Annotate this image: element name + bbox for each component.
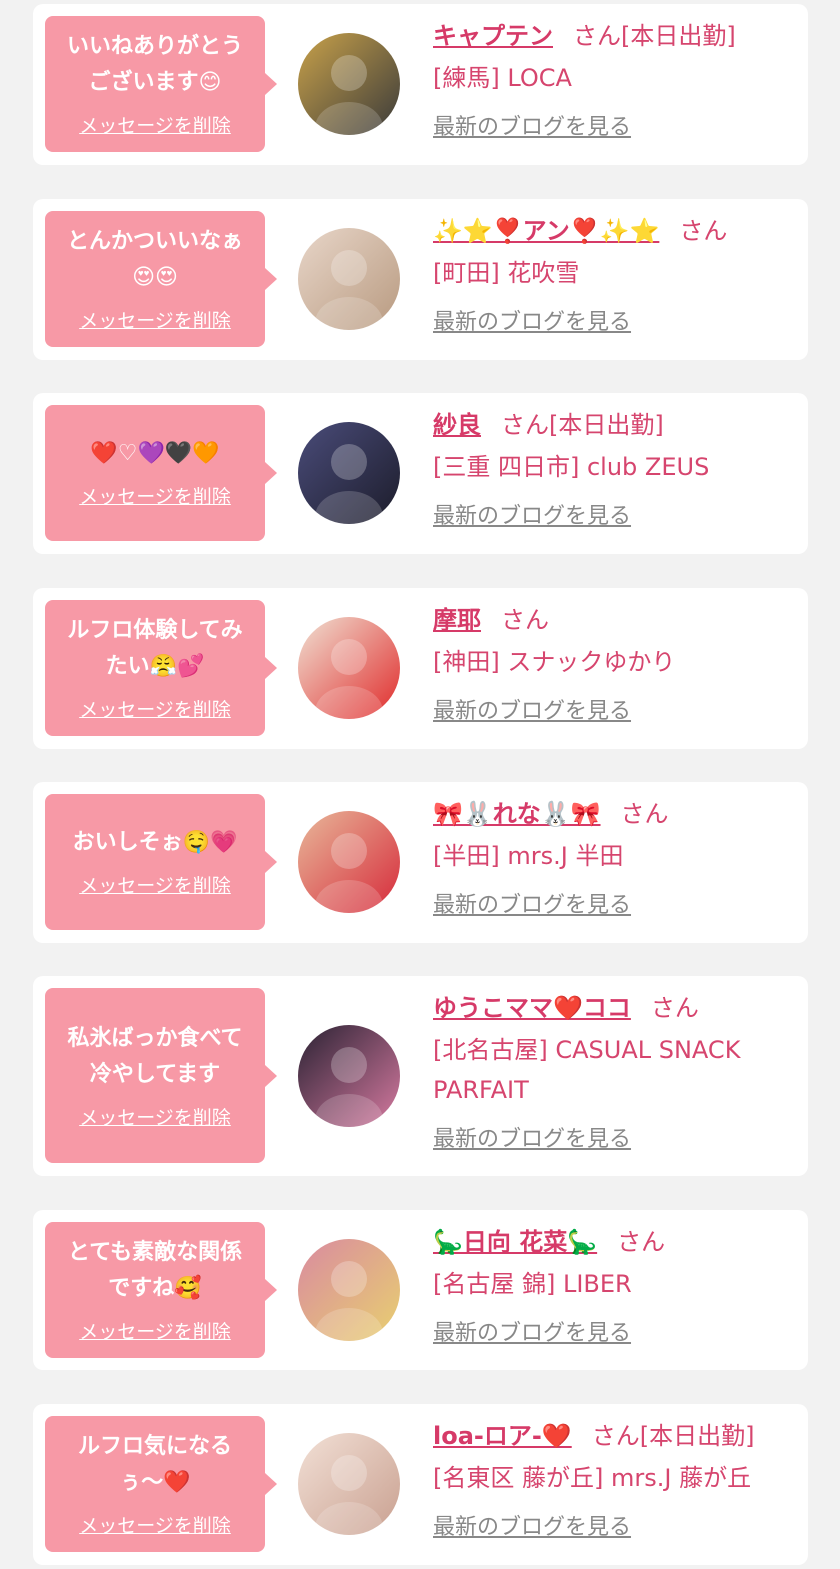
honorific: さん [679, 217, 728, 245]
work-status: [本日出勤] [639, 1422, 755, 1450]
profile-info: 摩耶 さん [神田] スナックゆかり最新のブログを見る [433, 600, 796, 730]
message-bubble: ルフロ体験してみ たい😤💕 メッセージを削除 [45, 600, 277, 736]
profile-name-link[interactable]: 摩耶 [433, 606, 481, 634]
shop-label: [三重 四日市] club ZEUS [433, 453, 710, 481]
honorific-suffix: さん [621, 800, 669, 828]
avatar[interactable] [298, 228, 400, 330]
shop-label: [町田] 花吹雪 [433, 259, 580, 287]
honorific-suffix: さん [617, 1228, 665, 1256]
message-text: とんかついいなぁ 😍😍 [66, 229, 243, 290]
delete-message-link[interactable]: メッセージを削除 [79, 482, 231, 509]
like-card: ルフロ気になる ぅ〜❤️ メッセージを削除 loa-ロア-❤️ さん[本日出勤] [名東… [33, 1404, 808, 1565]
honorific: さん [617, 1228, 666, 1256]
profile-name-link[interactable]: 🦕日向 花菜🦕 [433, 1228, 597, 1256]
delete-message-link[interactable]: メッセージを削除 [79, 1511, 231, 1538]
profile-name-link[interactable]: ゆうこママ❤️ココ [433, 994, 631, 1022]
profile-info: ゆうこママ❤️ココ さん [北名古屋] CASUAL SNACK PARFAIT 最新… [433, 988, 796, 1158]
name-line: ゆうこママ❤️ココ さん [433, 988, 796, 1028]
name-line: 🦕日向 花菜🦕 さん [433, 1222, 796, 1262]
message-bubble: いいねありがとう ございます😊 メッセージを削除 [45, 16, 277, 152]
message-bubble: とんかついいなぁ 😍😍 メッセージを削除 [45, 211, 277, 347]
delete-message-link[interactable]: メッセージを削除 [79, 306, 231, 333]
work-status: [本日出勤] [549, 411, 664, 439]
message-bubble: とても素敵な関係 ですね🥰 メッセージを削除 [45, 1222, 277, 1358]
profile-name-link[interactable]: キャプテン [433, 22, 553, 50]
honorific-suffix: さん[本日出勤] [573, 22, 736, 50]
honorific: さん [620, 800, 669, 828]
message-text: 私氷ばっか食べて 冷やしてます [67, 1026, 243, 1087]
profile-name-link[interactable]: loa-ロア-❤️ [433, 1422, 572, 1450]
delete-message-link[interactable]: メッセージを削除 [79, 1103, 231, 1130]
profile-info: ✨⭐❣️アン❣️✨⭐ さん [町田] 花吹雪最新のブログを見る [433, 211, 796, 341]
latest-blog-link[interactable]: 最新のブログを見る [433, 1316, 631, 1352]
name-line: 🎀🐰れな🐰🎀 さん [433, 794, 796, 834]
honorific: さん [591, 1422, 640, 1450]
latest-blog-link[interactable]: 最新のブログを見る [433, 1510, 631, 1546]
message-text: ❤️♡💜🖤🧡 [90, 441, 220, 466]
avatar[interactable] [298, 1433, 400, 1535]
name-line: 摩耶 さん [433, 600, 796, 640]
profile-info: 🦕日向 花菜🦕 さん [名古屋 錦] LIBER 最新のブログを見る [433, 1222, 796, 1352]
name-line: ✨⭐❣️アン❣️✨⭐ さん [433, 211, 796, 251]
honorific: さん [501, 606, 549, 634]
avatar[interactable] [298, 617, 400, 719]
profile-info: loa-ロア-❤️ さん[本日出勤] [名東区 藤が丘] mrs.J 藤が丘最新のブ… [433, 1416, 796, 1546]
message-bubble: ルフロ気になる ぅ〜❤️ メッセージを削除 [45, 1416, 277, 1552]
message-text: ルフロ体験してみ たい😤💕 [67, 618, 243, 679]
like-card: 私氷ばっか食べて 冷やしてますメッセージを削除 ゆうこママ❤️ココ さん [北名古屋]… [33, 976, 808, 1176]
shop-label: [神田] スナックゆかり [433, 648, 676, 676]
profile-name-link[interactable]: ✨⭐❣️アン❣️✨⭐ [433, 217, 659, 245]
name-line: 紗良 さん[本日出勤] [433, 405, 796, 445]
shop-label: [名古屋 錦] LIBER [433, 1270, 632, 1298]
profile-info: キャプテン さん[本日出勤] [練馬] LOCA 最新のブログを見る [433, 16, 796, 146]
honorific: さん [573, 22, 621, 50]
profile-name-link[interactable]: 紗良 [433, 411, 481, 439]
message-text: ルフロ気になる ぅ〜❤️ [77, 1434, 232, 1495]
like-card: とても素敵な関係 ですね🥰 メッセージを削除 🦕日向 花菜🦕 さん [名古屋 錦] LI… [33, 1210, 808, 1370]
shop-label: [練馬] LOCA [433, 64, 572, 92]
honorific: さん [650, 994, 699, 1022]
message-bubble: 私氷ばっか食べて 冷やしてますメッセージを削除 [45, 988, 277, 1163]
shop-label: [半田] mrs.J 半田 [433, 842, 624, 870]
message-text: おいしそぉ🤤💗 [72, 830, 238, 855]
profile-info: 🎀🐰れな🐰🎀 さん [半田] mrs.J 半田最新のブログを見る [433, 794, 796, 924]
avatar[interactable] [298, 1239, 400, 1341]
like-card: おいしそぉ🤤💗 メッセージを削除 🎀🐰れな🐰🎀 さん [半田] mrs.J 半田最新のブ… [33, 782, 808, 943]
work-status: [本日出勤] [621, 22, 736, 50]
profile-info: 紗良 さん[本日出勤] [三重 四日市] club ZEUS 最新のブログを見る [433, 405, 796, 535]
shop-label: [名東区 藤が丘] mrs.J 藤が丘 [433, 1464, 752, 1492]
avatar[interactable] [298, 811, 400, 913]
like-card: いいねありがとう ございます😊 メッセージを削除 キャプテン さん[本日出勤] [練馬]… [33, 4, 808, 165]
message-bubble: おいしそぉ🤤💗 メッセージを削除 [45, 794, 277, 930]
honorific-suffix: さん[本日出勤] [501, 411, 664, 439]
like-card: ルフロ体験してみ たい😤💕 メッセージを削除 摩耶 さん [神田] スナックゆかり最新の… [33, 588, 808, 749]
latest-blog-link[interactable]: 最新のブログを見る [433, 888, 631, 924]
delete-message-link[interactable]: メッセージを削除 [79, 871, 231, 898]
message-bubble: ❤️♡💜🖤🧡 メッセージを削除 [45, 405, 277, 541]
honorific-suffix: さん [651, 994, 699, 1022]
shop-label: [北名古屋] CASUAL SNACK PARFAIT [433, 1036, 741, 1104]
honorific: さん [501, 411, 549, 439]
latest-blog-link[interactable]: 最新のブログを見る [433, 110, 631, 146]
profile-name-link[interactable]: 🎀🐰れな🐰🎀 [433, 800, 601, 828]
name-line: loa-ロア-❤️ さん[本日出勤] [433, 1416, 796, 1456]
honorific-suffix: さん [679, 217, 727, 245]
latest-blog-link[interactable]: 最新のブログを見る [433, 499, 631, 535]
avatar[interactable] [298, 1025, 400, 1127]
latest-blog-link[interactable]: 最新のブログを見る [433, 305, 631, 341]
delete-message-link[interactable]: メッセージを削除 [79, 695, 231, 722]
message-text: とても素敵な関係 ですね🥰 [67, 1240, 243, 1301]
delete-message-link[interactable]: メッセージを削除 [79, 111, 231, 138]
avatar[interactable] [298, 422, 400, 524]
latest-blog-link[interactable]: 最新のブログを見る [433, 1122, 631, 1158]
honorific-suffix: さん[本日出勤] [592, 1422, 755, 1450]
avatar[interactable] [298, 33, 400, 135]
delete-message-link[interactable]: メッセージを削除 [79, 1317, 231, 1344]
name-line: キャプテン さん[本日出勤] [433, 16, 796, 56]
like-card: とんかついいなぁ 😍😍 メッセージを削除 ✨⭐❣️アン❣️✨⭐ さん [町田] 花吹雪最… [33, 199, 808, 360]
honorific-suffix: さん [501, 606, 549, 634]
like-card: ❤️♡💜🖤🧡 メッセージを削除 紗良 さん[本日出勤] [三重 四日市] club ZE… [33, 393, 808, 554]
latest-blog-link[interactable]: 最新のブログを見る [433, 694, 631, 730]
message-text: いいねありがとう ございます😊 [66, 34, 243, 95]
